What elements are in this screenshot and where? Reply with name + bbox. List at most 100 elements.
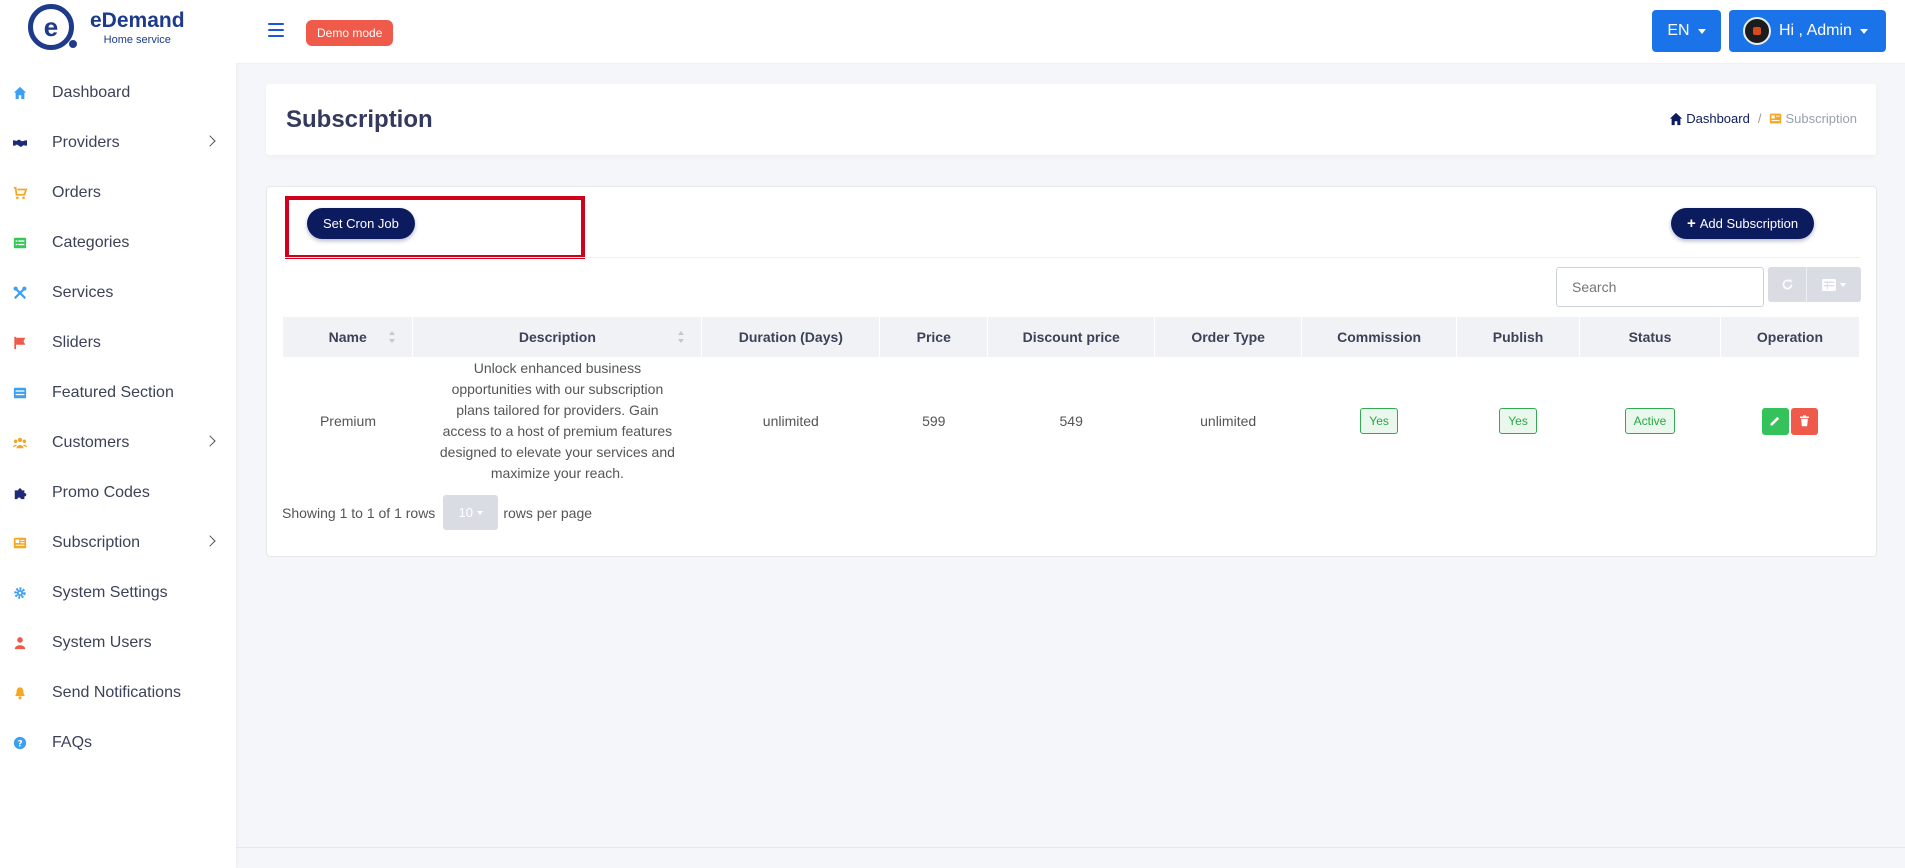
column-header-discount-price: Discount price — [987, 317, 1156, 357]
chevron-right-icon — [204, 135, 216, 147]
add-subscription-button[interactable]: + Add Subscription — [1671, 208, 1815, 239]
column-header-publish: Publish — [1456, 317, 1581, 357]
list-icon — [13, 237, 27, 249]
list-alt-icon — [13, 387, 27, 399]
cell-price: 599 — [922, 413, 946, 429]
caret-down-icon — [1859, 28, 1868, 34]
avatar — [1743, 17, 1771, 45]
page-size-dropdown[interactable]: 10 — [443, 495, 499, 530]
set-cron-job-button[interactable]: Set Cron Job — [307, 208, 415, 239]
chevron-right-icon — [204, 535, 216, 547]
logo-icon: e — [28, 4, 77, 50]
hamburger-menu-icon[interactable] — [268, 23, 284, 37]
cell-order-type: unlimited — [1200, 413, 1257, 429]
breadcrumb-current: Subscription — [1769, 111, 1857, 126]
columns-icon — [1822, 278, 1836, 291]
sidebar: e eDemand Home service Dashboard Provide… — [0, 0, 236, 868]
newspaper-icon — [13, 537, 27, 549]
sidebar-item-services[interactable]: Services — [0, 268, 236, 318]
tools-icon — [13, 286, 27, 300]
gear-icon — [14, 587, 26, 599]
demo-mode-badge: Demo mode — [306, 20, 394, 46]
home-icon — [13, 86, 27, 100]
rows-per-page-label: rows per page — [503, 504, 593, 521]
sidebar-item-categories[interactable]: Categories — [0, 218, 236, 268]
table-tools — [1768, 267, 1861, 302]
cell-operation — [1720, 357, 1859, 485]
status-badge: Active — [1624, 408, 1676, 434]
brand-subtitle: Home service — [103, 33, 171, 46]
chevron-right-icon — [204, 435, 216, 447]
pagination: Showing 1 to 1 of 1 rows 10 rows per pag… — [282, 495, 592, 530]
home-icon — [1670, 112, 1683, 125]
sidebar-item-dashboard[interactable]: Dashboard — [0, 68, 236, 118]
subscription-card: Set Cron Job + Add Subscription Name Des… — [266, 186, 1877, 557]
sidebar-item-providers[interactable]: Providers — [0, 118, 236, 168]
trash-icon — [1799, 415, 1809, 427]
column-header-name[interactable]: Name — [283, 317, 414, 357]
user-menu-dropdown[interactable]: Hi , Admin — [1729, 10, 1886, 52]
publish-badge: Yes — [1499, 408, 1537, 434]
sidebar-item-customers[interactable]: Customers — [0, 418, 236, 468]
svg-text:?: ? — [17, 740, 22, 750]
search-input[interactable] — [1556, 267, 1764, 307]
cell-discount-price: 549 — [1059, 413, 1083, 429]
sort-icon — [389, 331, 396, 343]
sidebar-item-system-users[interactable]: System Users — [0, 618, 236, 668]
sidebar-item-orders[interactable]: Orders — [0, 168, 236, 218]
sidebar-item-sliders[interactable]: Sliders — [0, 318, 236, 368]
columns-toggle-button[interactable] — [1807, 267, 1861, 302]
pencil-icon — [1770, 416, 1780, 426]
column-header-commission: Commission — [1301, 317, 1458, 357]
delete-button[interactable] — [1790, 407, 1818, 435]
cell-name: Premium — [319, 413, 376, 429]
handshake-icon — [13, 139, 27, 147]
pagination-info: Showing 1 to 1 of 1 rows — [282, 504, 436, 521]
users-icon — [13, 437, 27, 449]
column-header-description[interactable]: Description — [412, 317, 703, 357]
question-icon: ? — [13, 736, 27, 750]
refresh-icon — [1782, 279, 1792, 290]
sidebar-item-send-notifications[interactable]: Send Notifications — [0, 668, 236, 718]
sidebar-item-featured-section[interactable]: Featured Section — [0, 368, 236, 418]
column-header-order-type: Order Type — [1154, 317, 1303, 357]
newspaper-icon — [1770, 113, 1782, 124]
sidebar-nav: Dashboard Providers Orders Categories Se… — [0, 54, 236, 768]
column-header-status: Status — [1579, 317, 1721, 357]
subscription-table: Name Description Duration (Days) Price D… — [283, 317, 1861, 485]
page-header: Subscription Dashboard / Subscription — [266, 84, 1876, 155]
divider — [283, 257, 1860, 258]
cart-icon — [13, 186, 27, 200]
bell-icon — [15, 687, 25, 700]
column-header-price: Price — [879, 317, 989, 357]
topbar: Demo mode EN Hi , Admin — [236, 0, 1905, 64]
cell-commission: Yes — [1302, 357, 1457, 485]
sort-icon — [678, 331, 685, 343]
caret-down-icon — [477, 510, 484, 515]
flag-icon — [14, 336, 26, 350]
breadcrumb-separator: / — [1757, 111, 1762, 126]
sidebar-item-promo-codes[interactable]: Promo Codes — [0, 468, 236, 518]
breadcrumb: Dashboard / Subscription — [1669, 111, 1857, 126]
caret-down-icon — [1697, 28, 1706, 34]
brand-name: eDemand — [90, 8, 185, 32]
sidebar-item-system-settings[interactable]: System Settings — [0, 568, 236, 618]
column-header-duration: Duration (Days) — [701, 317, 881, 357]
user-icon — [14, 637, 26, 650]
table-row: Premium Unlock enhanced business opportu… — [283, 357, 1860, 485]
edit-button[interactable] — [1761, 407, 1789, 435]
plus-icon: + — [1687, 215, 1696, 232]
breadcrumb-dashboard-link[interactable]: Dashboard — [1669, 111, 1750, 126]
user-greeting: Hi , Admin — [1779, 22, 1852, 39]
sidebar-item-faqs[interactable]: ? FAQs — [0, 718, 236, 768]
puzzle-icon — [14, 488, 27, 500]
brand-logo[interactable]: e eDemand Home service — [0, 0, 236, 54]
cell-duration: unlimited — [762, 413, 819, 429]
caret-down-icon — [1840, 282, 1846, 287]
column-header-operation: Operation — [1720, 317, 1861, 357]
cell-status: Active — [1580, 357, 1721, 485]
refresh-button[interactable] — [1768, 267, 1807, 302]
language-dropdown[interactable]: EN — [1652, 10, 1721, 52]
footer-divider — [236, 847, 1905, 848]
sidebar-item-subscription[interactable]: Subscription — [0, 518, 236, 568]
